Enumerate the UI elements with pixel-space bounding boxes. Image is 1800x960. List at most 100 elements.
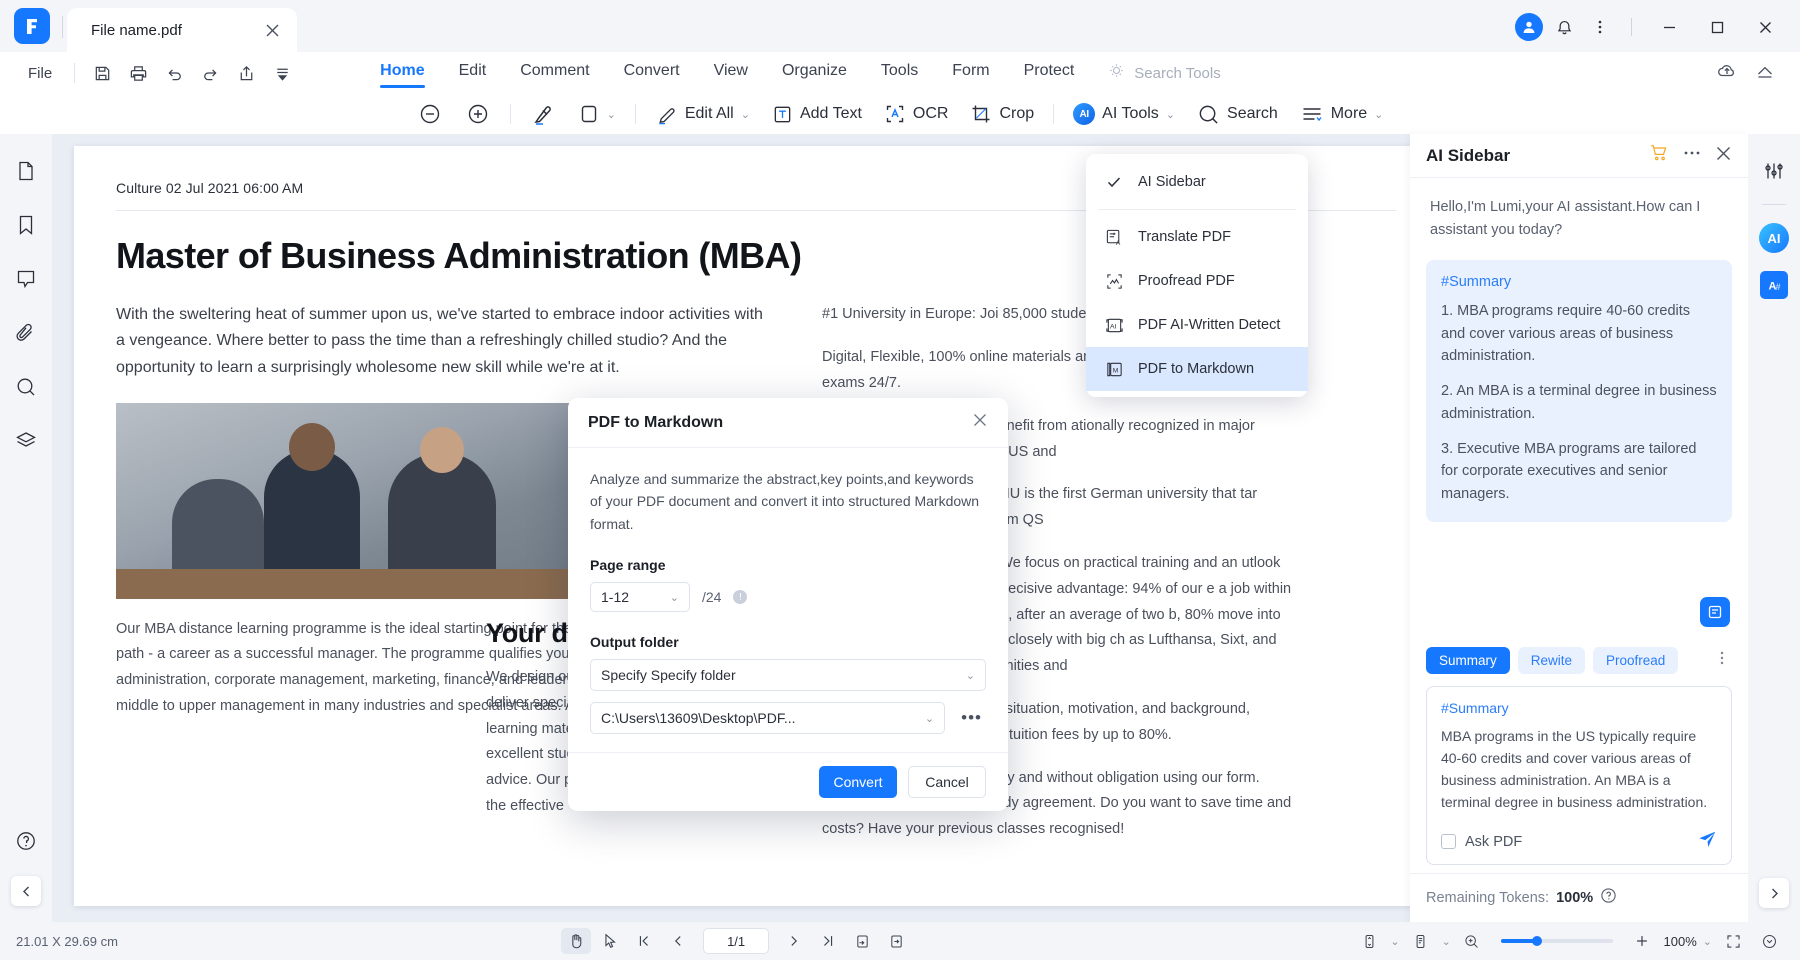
chip-proofread[interactable]: Proofread: [1593, 646, 1679, 674]
page-indicator[interactable]: 1/1: [703, 928, 770, 954]
note-icon[interactable]: [1700, 596, 1730, 627]
tab-convert[interactable]: Convert: [607, 59, 697, 88]
layout-mode-icon[interactable]: [1406, 928, 1436, 954]
more-view-icon[interactable]: [1754, 928, 1784, 954]
zoom-in-plus-icon[interactable]: [1627, 928, 1657, 954]
tab-organize[interactable]: Organize: [765, 59, 864, 88]
chevron-down-icon[interactable]: ⌄: [1703, 935, 1712, 948]
search-tools-group[interactable]: Search Tools: [1107, 61, 1221, 85]
comment-icon[interactable]: [11, 264, 41, 294]
next-page-icon[interactable]: [779, 928, 809, 954]
highlighter-button[interactable]: [519, 97, 567, 131]
info-icon[interactable]: !: [733, 590, 748, 605]
chevron-down-icon[interactable]: ⌄: [1390, 935, 1399, 948]
close-dialog-icon[interactable]: [972, 412, 988, 433]
tab-view[interactable]: View: [697, 59, 765, 88]
close-window-icon[interactable]: [1744, 12, 1786, 42]
close-sidebar-icon[interactable]: [1715, 145, 1732, 167]
ask-pdf-checkbox[interactable]: [1441, 834, 1456, 849]
close-tab-icon[interactable]: [261, 19, 283, 41]
zoom-slider-knob[interactable]: [1531, 936, 1542, 946]
page-range-select[interactable]: 1-12 ⌄: [590, 582, 690, 613]
convert-button[interactable]: Convert: [819, 766, 897, 799]
menu-item-ai-written-detect[interactable]: AI PDF AI-Written Detect: [1086, 303, 1308, 347]
file-menu-button[interactable]: File: [16, 61, 64, 86]
thumbnails-icon[interactable]: [11, 156, 41, 186]
bell-icon[interactable]: [1549, 12, 1579, 42]
shape-button[interactable]: ⌄: [567, 99, 627, 129]
collapse-ribbon-icon[interactable]: [1754, 60, 1776, 87]
divider: [634, 104, 636, 124]
user-avatar-icon[interactable]: [1515, 13, 1543, 41]
last-page-icon[interactable]: [813, 928, 843, 954]
share-icon[interactable]: [229, 58, 263, 88]
document-tab[interactable]: File name.pdf: [67, 8, 297, 52]
customize-caret-icon[interactable]: [265, 58, 299, 88]
zoom-in-button[interactable]: [454, 97, 502, 131]
tab-edit[interactable]: Edit: [442, 59, 504, 88]
shopping-cart-icon[interactable]: [1649, 143, 1669, 168]
help-circle-icon[interactable]: [11, 826, 41, 856]
translate-a-hash-icon[interactable]: A #: [1760, 271, 1788, 299]
menu-item-ai-sidebar[interactable]: AI Sidebar: [1086, 160, 1308, 204]
save-icon[interactable]: [85, 58, 119, 88]
tab-home[interactable]: Home: [363, 59, 441, 88]
fit-page-icon[interactable]: [847, 928, 877, 954]
prev-page-icon[interactable]: [663, 928, 693, 954]
first-page-icon[interactable]: [629, 928, 659, 954]
scroll-mode-icon[interactable]: [1354, 928, 1384, 954]
minimize-icon[interactable]: [1648, 12, 1690, 42]
output-path-select[interactable]: C:\Users\13609\Desktop\PDF... ⌄: [590, 702, 946, 735]
sliders-icon[interactable]: [1759, 156, 1789, 186]
send-icon[interactable]: [1697, 829, 1717, 854]
tab-form[interactable]: Form: [935, 59, 1006, 88]
output-folder-select[interactable]: Specify Specify folder ⌄: [590, 659, 986, 692]
figure-right-head: [420, 426, 464, 473]
search-icon[interactable]: [11, 372, 41, 402]
crop-button[interactable]: Crop: [959, 99, 1045, 129]
chips-more-icon[interactable]: [1714, 650, 1732, 671]
edit-all-button[interactable]: Edit All ⌄: [644, 99, 761, 130]
search-button[interactable]: Search: [1186, 99, 1289, 130]
cloud-upload-icon[interactable]: [1716, 60, 1738, 87]
tab-comment[interactable]: Comment: [503, 59, 606, 88]
cancel-button[interactable]: Cancel: [908, 766, 986, 799]
zoom-slider[interactable]: [1500, 936, 1613, 946]
zoom-out-magnifier-icon[interactable]: [1457, 928, 1487, 954]
help-circle-icon[interactable]: [1600, 887, 1617, 909]
application-window: File name.pdf File Home Edit Comment Con…: [0, 0, 1800, 960]
menu-item-pdf-to-markdown[interactable]: M PDF to Markdown: [1086, 347, 1308, 391]
bookmark-icon[interactable]: [11, 210, 41, 240]
chevron-down-icon[interactable]: ⌄: [1442, 935, 1451, 948]
expand-panel-icon[interactable]: [1759, 878, 1789, 908]
attachment-icon[interactable]: [11, 318, 41, 348]
fullscreen-icon[interactable]: [1718, 928, 1748, 954]
menu-item-proofread-pdf[interactable]: Proofread PDF: [1086, 259, 1308, 303]
chip-rewite[interactable]: Rewite: [1517, 646, 1586, 674]
more-vertical-icon[interactable]: [1585, 12, 1615, 42]
zoom-out-button[interactable]: [406, 97, 454, 131]
menu-item-translate-pdf[interactable]: A Translate PDF: [1086, 215, 1308, 259]
maximize-icon[interactable]: [1696, 12, 1738, 42]
hand-tool-icon[interactable]: [561, 928, 592, 954]
fit-width-icon[interactable]: [881, 928, 911, 954]
layers-icon[interactable]: [11, 426, 41, 456]
more-button[interactable]: More ⌄: [1289, 98, 1395, 130]
ai-compose-box[interactable]: #Summary MBA programs in the US typicall…: [1426, 685, 1732, 865]
search-tools-input[interactable]: Search Tools: [1134, 65, 1220, 82]
ai-assistant-icon[interactable]: AI: [1759, 223, 1789, 253]
ai-tools-button[interactable]: AI AI Tools ⌄: [1062, 99, 1186, 129]
tab-protect[interactable]: Protect: [1007, 59, 1092, 88]
tab-tools[interactable]: Tools: [864, 59, 935, 88]
more-horizontal-icon[interactable]: [1683, 144, 1701, 167]
undo-icon[interactable]: [157, 58, 191, 88]
print-icon[interactable]: [121, 58, 155, 88]
ai-sidebar-conversation: Hello,I'm Lumi,your AI assistant.How can…: [1410, 178, 1748, 647]
redo-icon[interactable]: [193, 58, 227, 88]
browse-folder-button[interactable]: •••: [957, 708, 986, 728]
collapse-panel-icon[interactable]: [11, 876, 41, 906]
select-tool-icon[interactable]: [595, 928, 625, 954]
chip-summary[interactable]: Summary: [1426, 646, 1510, 674]
add-text-button[interactable]: Add Text: [761, 100, 873, 129]
ocr-button[interactable]: OCR: [873, 99, 960, 129]
